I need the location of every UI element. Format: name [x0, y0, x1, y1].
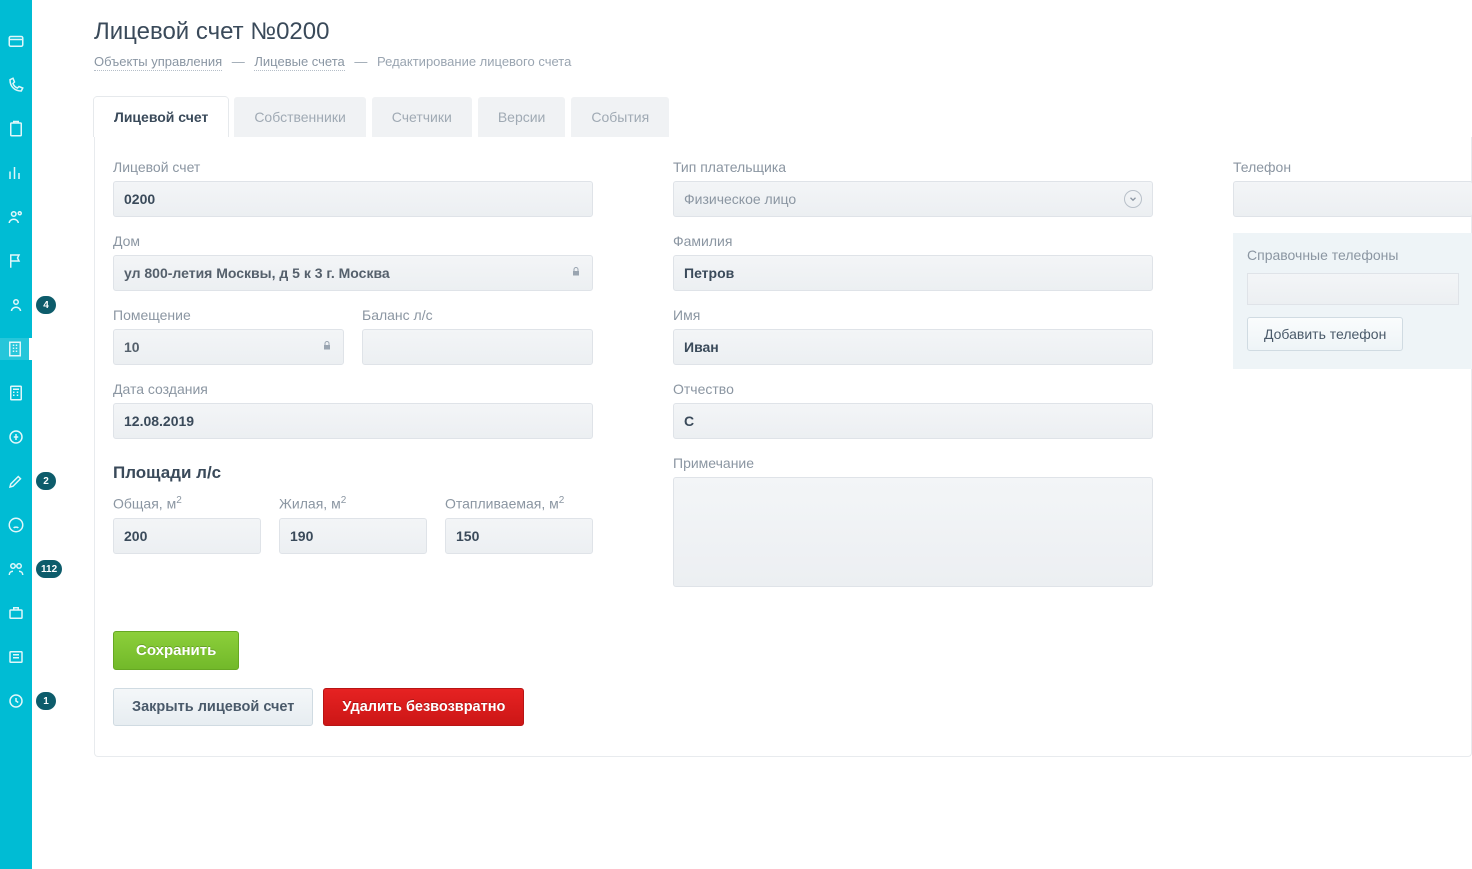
nav-sad-icon[interactable] — [0, 514, 32, 536]
created-input[interactable]: 12.08.2019 — [113, 403, 593, 439]
payer-type-select[interactable]: Физическое лицо — [673, 181, 1153, 217]
label-created: Дата создания — [113, 381, 593, 397]
nav-news-icon[interactable] — [0, 646, 32, 668]
breadcrumb-link-objects[interactable]: Объекты управления — [94, 54, 222, 71]
save-button[interactable]: Сохранить — [113, 631, 239, 670]
label-lastname: Фамилия — [673, 233, 1153, 249]
badge: 4 — [36, 296, 56, 314]
nav-briefcase-icon[interactable] — [0, 602, 32, 624]
account-input[interactable]: 0200 — [113, 181, 593, 217]
chevron-down-icon — [1124, 190, 1142, 208]
firstname-input[interactable]: Иван — [673, 329, 1153, 365]
nav-edit-icon[interactable]: 2 — [0, 470, 32, 492]
label-area-total: Общая, м2 — [113, 495, 261, 512]
nav-users-icon[interactable] — [0, 206, 32, 228]
lastname-input[interactable]: Петров — [673, 255, 1153, 291]
nav-phone-icon[interactable] — [0, 74, 32, 96]
label-balance: Баланс л/с — [362, 307, 593, 323]
sidebar: 4 2 112 1 — [0, 0, 32, 869]
tab-account[interactable]: Лицевой счет — [94, 97, 228, 137]
room-input: 10 — [113, 329, 344, 365]
breadcrumb: Объекты управления — Лицевые счета — Ред… — [94, 54, 1472, 69]
label-house: Дом — [113, 233, 593, 249]
label-payer-type: Тип плательщика — [673, 159, 1153, 175]
nav-clipboard-icon[interactable] — [0, 118, 32, 140]
label-room: Помещение — [113, 307, 344, 323]
note-textarea[interactable] — [673, 477, 1153, 587]
delete-button[interactable]: Удалить безвозвратно — [323, 688, 524, 726]
badge: 2 — [36, 472, 56, 490]
ref-phone-slot[interactable] — [1247, 273, 1459, 305]
phone-input[interactable] — [1233, 181, 1472, 217]
house-value: ул 800-летия Москвы, д 5 к 3 г. Москва — [124, 265, 390, 281]
label-area-heated: Отапливаемая, м2 — [445, 495, 593, 512]
tab-meters[interactable]: Счетчики — [372, 97, 472, 137]
page-title: Лицевой счет №0200 — [94, 18, 1472, 46]
nav-building-icon[interactable] — [0, 338, 32, 360]
area-heated-input[interactable]: 150 — [445, 518, 593, 554]
nav-wallet-icon[interactable] — [0, 30, 32, 52]
label-area-living: Жилая, м2 — [279, 495, 427, 512]
nav-chart-icon[interactable] — [0, 162, 32, 184]
lock-icon — [321, 339, 333, 356]
form-panel: Лицевой счет 0200 Дом ул 800-летия Москв… — [94, 137, 1472, 757]
ref-phones-panel: Справочные телефоны Добавить телефон — [1233, 233, 1472, 369]
label-account: Лицевой счет — [113, 159, 593, 175]
label-firstname: Имя — [673, 307, 1153, 323]
nav-user-icon[interactable]: 4 — [0, 294, 32, 316]
label-phone: Телефон — [1233, 159, 1472, 175]
balance-input[interactable] — [362, 329, 593, 365]
badge: 112 — [36, 560, 62, 578]
room-value: 10 — [124, 339, 140, 355]
area-total-input[interactable]: 200 — [113, 518, 261, 554]
add-phone-button[interactable]: Добавить телефон — [1247, 317, 1403, 351]
middlename-input[interactable]: С — [673, 403, 1153, 439]
areas-title: Площади л/с — [113, 463, 593, 483]
main-content: Лицевой счет №0200 Объекты управления — … — [32, 0, 1472, 869]
label-note: Примечание — [673, 455, 1153, 471]
nav-coin-icon[interactable] — [0, 426, 32, 448]
tabs: Лицевой счет Собственники Счетчики Верси… — [94, 97, 1472, 137]
payer-type-value: Физическое лицо — [684, 191, 796, 207]
tab-events[interactable]: События — [571, 97, 669, 137]
label-middlename: Отчество — [673, 381, 1153, 397]
nav-clock-icon[interactable]: 1 — [0, 690, 32, 712]
breadcrumb-current: Редактирование лицевого счета — [377, 54, 571, 69]
tab-owners[interactable]: Собственники — [234, 97, 365, 137]
close-account-button[interactable]: Закрыть лицевой счет — [113, 688, 313, 726]
badge: 1 — [36, 692, 56, 710]
breadcrumb-link-accounts[interactable]: Лицевые счета — [254, 54, 344, 71]
lock-icon — [570, 265, 582, 282]
nav-calculator-icon[interactable] — [0, 382, 32, 404]
area-living-input[interactable]: 190 — [279, 518, 427, 554]
ref-phones-title: Справочные телефоны — [1247, 247, 1459, 263]
nav-flag-icon[interactable] — [0, 250, 32, 272]
nav-group-icon[interactable]: 112 — [0, 558, 32, 580]
tab-versions[interactable]: Версии — [478, 97, 566, 137]
house-input: ул 800-летия Москвы, д 5 к 3 г. Москва — [113, 255, 593, 291]
